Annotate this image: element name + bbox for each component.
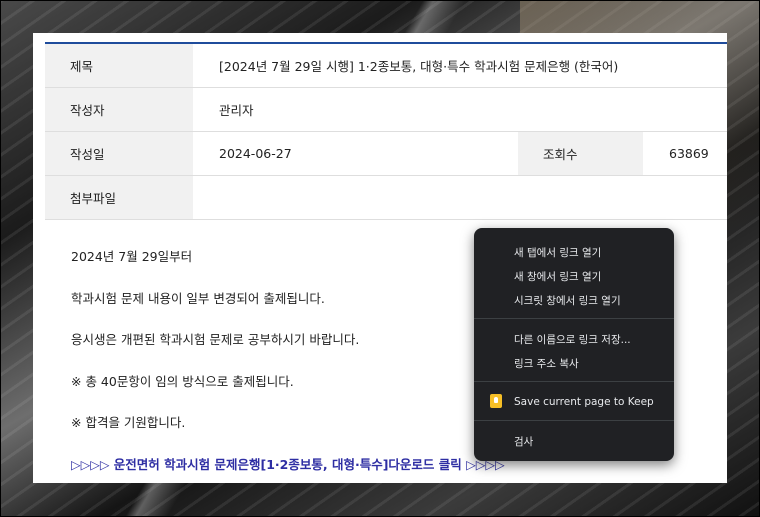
date-value: 2024-06-27 bbox=[193, 131, 518, 176]
menu-item-save-link-as[interactable]: 다른 이름으로 링크 저장... bbox=[514, 332, 631, 347]
body-paragraph: 학과시험 문제 내용이 일부 변경되어 출제됩니다. bbox=[71, 290, 325, 306]
menu-item-copy-link[interactable]: 링크 주소 복사 bbox=[514, 356, 579, 371]
date-row: 작성일 2024-06-27 조회수 63869 bbox=[45, 131, 727, 176]
author-label: 작성자 bbox=[45, 87, 193, 132]
menu-item-inspect[interactable]: 검사 bbox=[514, 434, 533, 449]
attachment-label: 첨부파일 bbox=[45, 175, 193, 220]
context-menu: 새 탭에서 링크 열기 새 창에서 링크 열기 시크릿 창에서 링크 열기 다른… bbox=[474, 228, 674, 461]
body-paragraph: ※ 총 40문항이 임의 방식으로 출제됩니다. bbox=[71, 373, 294, 389]
menu-item-open-incognito[interactable]: 시크릿 창에서 링크 열기 bbox=[514, 293, 621, 308]
menu-divider bbox=[474, 318, 674, 319]
body-paragraph: 2024년 7월 29일부터 bbox=[71, 249, 193, 264]
menu-divider bbox=[474, 381, 674, 382]
body-paragraph: ※ 합격을 기원합니다. bbox=[71, 415, 186, 430]
menu-item-save-to-keep[interactable]: Save current page to Keep bbox=[514, 396, 654, 408]
author-value: 관리자 bbox=[193, 87, 727, 132]
keep-icon bbox=[490, 394, 502, 408]
post-meta-table: 제목 [2024년 7월 29일 시행] 1·2종보통, 대형·특수 학과시험 … bbox=[45, 44, 727, 220]
title-row: 제목 [2024년 7월 29일 시행] 1·2종보통, 대형·특수 학과시험 … bbox=[45, 44, 727, 88]
post-body: 2024년 7월 29일부터 학과시험 문제 내용이 일부 변경되어 출제됩니다… bbox=[71, 244, 359, 452]
attachment-row: 첨부파일 bbox=[45, 175, 727, 220]
menu-divider bbox=[474, 420, 674, 421]
author-row: 작성자 관리자 bbox=[45, 87, 727, 132]
title-label: 제목 bbox=[45, 44, 193, 88]
post-title: [2024년 7월 29일 시행] 1·2종보통, 대형·특수 학과시험 문제은… bbox=[193, 44, 727, 88]
views-value: 63869 bbox=[643, 131, 727, 176]
date-label: 작성일 bbox=[45, 131, 193, 176]
download-link[interactable]: ▷▷▷▷ 운전면허 학과시험 문제은행[1·2종보통, 대형·특수]다운로드 클… bbox=[71, 454, 505, 473]
menu-item-open-new-tab[interactable]: 새 탭에서 링크 열기 bbox=[514, 245, 601, 260]
menu-item-open-new-window[interactable]: 새 창에서 링크 열기 bbox=[514, 269, 601, 284]
body-paragraph: 응시생은 개편된 학과시험 문제로 공부하시기 바랍니다. bbox=[71, 332, 360, 347]
attachment-value bbox=[193, 175, 727, 220]
views-label: 조회수 bbox=[518, 131, 643, 176]
